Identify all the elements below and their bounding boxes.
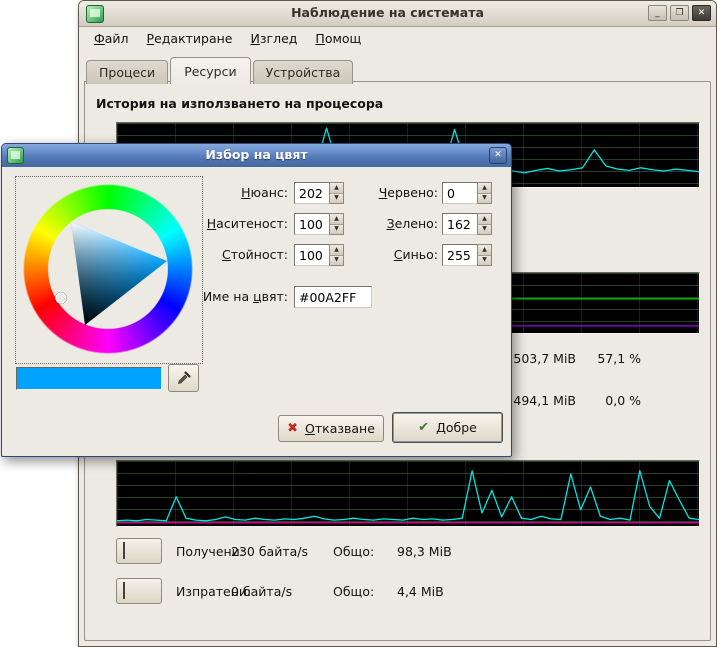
red-spinner: ▲ ▼ — [442, 182, 492, 204]
received-color-button[interactable] — [116, 538, 162, 564]
saturation-spin-up-icon[interactable]: ▲ — [330, 214, 343, 224]
red-spin-down-icon[interactable]: ▼ — [478, 193, 491, 204]
hue-label: Нюанс: — [170, 185, 288, 200]
eyedropper-button[interactable] — [168, 364, 199, 392]
hue-spin-down-icon[interactable]: ▼ — [330, 193, 343, 204]
sent-color-swatch — [123, 582, 125, 599]
tab-resources[interactable]: Ресурси — [170, 57, 250, 84]
blue-spin-down-icon[interactable]: ▼ — [478, 255, 491, 266]
maximize-button[interactable]: ❐ — [670, 5, 689, 21]
cpu-history-heading: История на използването на процесора — [96, 96, 383, 111]
color-name-input[interactable] — [294, 286, 372, 308]
menu-help[interactable]: Помощ — [306, 27, 370, 51]
saturation-label: Наситеност: — [170, 216, 288, 231]
swap-used-percent: 0,0 % — [571, 393, 641, 408]
ok-button-label: Добре — [436, 420, 477, 435]
green-spin-down-icon[interactable]: ▼ — [478, 224, 491, 235]
blue-label: Синьо: — [352, 247, 438, 262]
tab-devices[interactable]: Устройства — [253, 60, 354, 84]
blue-input[interactable] — [442, 244, 477, 266]
close-button[interactable]: ✕ — [692, 5, 711, 21]
red-spin-up-icon[interactable]: ▲ — [478, 183, 491, 193]
hue-spin-up-icon[interactable]: ▲ — [330, 183, 343, 193]
blue-spinner: ▲ ▼ — [442, 244, 492, 266]
desktop: Наблюдение на системата _ ❐ ✕ Файл Редак… — [0, 0, 717, 647]
received-rate: 230 байта/s — [231, 544, 308, 559]
color-name-label: Име на цвят: — [170, 289, 288, 304]
cancel-button-label: Отказване — [305, 421, 375, 436]
value-input[interactable] — [294, 244, 329, 266]
menu-view[interactable]: Изглед — [242, 27, 307, 51]
minimize-button[interactable]: _ — [648, 5, 667, 21]
green-spin-up-icon[interactable]: ▲ — [478, 214, 491, 224]
value-spin-down-icon[interactable]: ▼ — [330, 255, 343, 266]
dialog-title: Избор на цвят — [42, 147, 471, 162]
dialog-close-icon[interactable]: ✕ — [489, 147, 507, 164]
saturation-spin-down-icon[interactable]: ▼ — [330, 224, 343, 235]
tab-processes[interactable]: Процеси — [86, 60, 168, 84]
cancel-x-icon: ✖ — [287, 421, 298, 436]
memory-used-percent: 57,1 % — [571, 351, 641, 366]
cancel-button[interactable]: ✖ Отказване — [278, 415, 384, 442]
hue-input[interactable] — [294, 182, 329, 204]
system-monitor-icon — [86, 5, 104, 23]
dialog-titlebar[interactable]: Избор на цвят ✕ — [2, 144, 511, 167]
red-input[interactable] — [442, 182, 477, 204]
ok-check-icon: ✔ — [418, 420, 429, 435]
dialog-app-icon — [7, 147, 24, 164]
value-label: Стойност: — [170, 247, 288, 262]
triangle-black-shade — [71, 222, 167, 325]
saturation-input[interactable] — [294, 213, 329, 235]
received-total: 98,3 MiB — [397, 544, 452, 559]
window-title: Наблюдение на системата — [139, 5, 636, 20]
green-label: Зелено: — [352, 216, 438, 231]
sent-rate: 0 байта/s — [231, 584, 292, 599]
menu-edit[interactable]: Редактиране — [138, 27, 242, 51]
tab-bar: Процеси Ресурси Устройства — [86, 57, 355, 84]
menu-file[interactable]: Файл — [85, 27, 138, 51]
sent-total: 4,4 MiB — [397, 584, 444, 599]
value-spinner: ▲ ▼ — [294, 244, 344, 266]
window-controls: _ ❐ ✕ — [648, 5, 711, 21]
sent-total-label: Общо: — [333, 584, 374, 599]
green-input[interactable] — [442, 213, 477, 235]
received-color-swatch — [123, 542, 125, 559]
value-spin-up-icon[interactable]: ▲ — [330, 245, 343, 255]
ok-button[interactable]: ✔ Добре — [392, 412, 503, 443]
color-picker-dialog: Избор на цвят ✕ — [1, 143, 512, 457]
color-marker[interactable] — [56, 293, 66, 303]
blue-spin-up-icon[interactable]: ▲ — [478, 245, 491, 255]
hue-spinner: ▲ ▼ — [294, 182, 344, 204]
saturation-value-triangle[interactable] — [23, 184, 193, 354]
received-total-label: Общо: — [333, 544, 374, 559]
saturation-spinner: ▲ ▼ — [294, 213, 344, 235]
color-preview — [16, 367, 162, 390]
eyedropper-icon — [176, 370, 192, 386]
color-wheel-box — [15, 176, 203, 364]
green-spinner: ▲ ▼ — [442, 213, 492, 235]
network-history-chart — [116, 460, 700, 527]
red-label: Червено: — [352, 185, 438, 200]
menubar: Файл Редактиране Изглед Помощ — [85, 27, 370, 51]
sent-color-button[interactable] — [116, 578, 162, 604]
main-titlebar[interactable]: Наблюдение на системата _ ❐ ✕ — [79, 1, 716, 27]
